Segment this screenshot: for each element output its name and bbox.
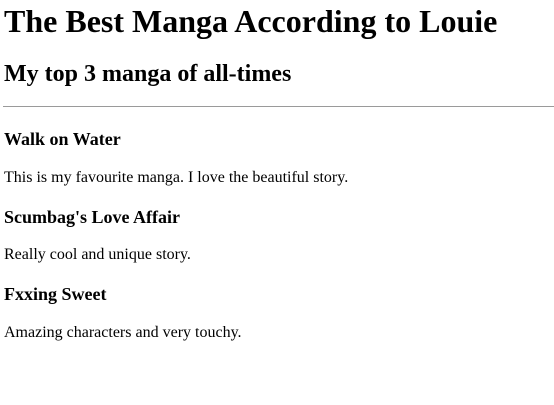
page-subtitle: My top 3 manga of all-times xyxy=(4,61,292,87)
manga-description-1: This is my favourite manga. I love the b… xyxy=(4,169,349,186)
manga-title-2: Scumbag's Love Affair xyxy=(4,207,181,227)
page: The Best Manga According to Louie My top… xyxy=(0,0,554,405)
page-title: The Best Manga According to Louie xyxy=(4,3,498,39)
manga-title-3: Fxxing Sweet xyxy=(4,284,107,304)
manga-title-1: Walk on Water xyxy=(4,129,121,149)
manga-description-3: Amazing characters and very touchy. xyxy=(4,324,242,341)
manga-description-2: Really cool and unique story. xyxy=(4,246,191,263)
divider xyxy=(3,106,554,107)
